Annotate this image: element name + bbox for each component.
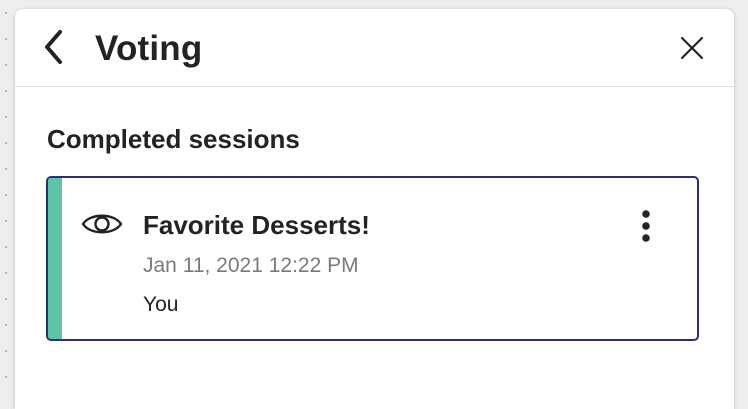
session-card[interactable]: Favorite Desserts! Jan 11, 2021 12:22 PM… bbox=[46, 176, 699, 341]
session-date: Jan 11, 2021 12:22 PM bbox=[143, 254, 359, 277]
more-vertical-icon bbox=[642, 210, 650, 242]
panel-title: Voting bbox=[95, 29, 203, 68]
section-title: Completed sessions bbox=[47, 124, 300, 154]
close-icon bbox=[680, 36, 704, 60]
session-owner: You bbox=[143, 293, 179, 316]
voting-panel: Voting Completed sessions Favorite Desse… bbox=[15, 9, 734, 409]
card-accent-bar bbox=[48, 178, 62, 339]
background-dots bbox=[5, 0, 7, 400]
eye-icon[interactable] bbox=[81, 210, 123, 238]
panel-header: Voting bbox=[15, 9, 734, 87]
session-title: Favorite Desserts! bbox=[143, 210, 370, 240]
close-button[interactable] bbox=[677, 33, 707, 63]
chevron-left-icon bbox=[45, 30, 62, 64]
session-menu-button[interactable] bbox=[632, 206, 660, 246]
back-button[interactable] bbox=[39, 27, 69, 67]
